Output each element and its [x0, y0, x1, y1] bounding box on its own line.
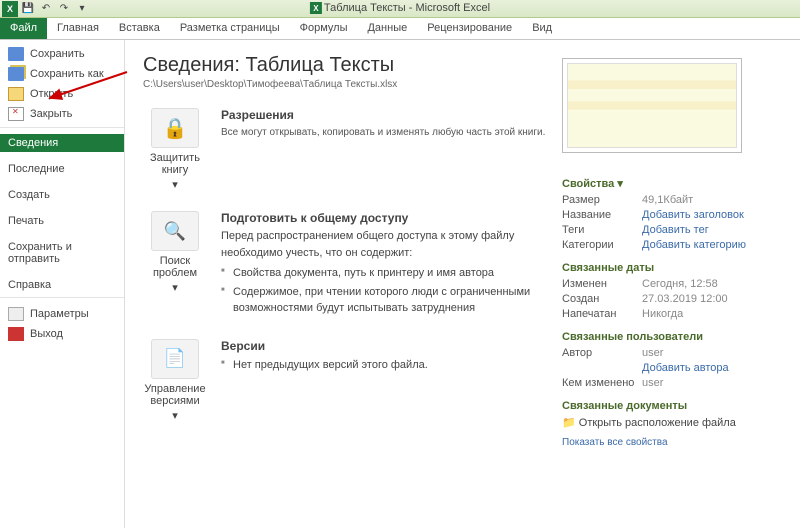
properties-heading[interactable]: Свойства ▾	[562, 169, 782, 190]
chevron-down-icon: ▾	[143, 178, 207, 191]
versions-icon	[151, 339, 199, 379]
sidebar-item-exit[interactable]: Выход	[0, 324, 124, 344]
permissions-desc: Все могут открывать, копировать и изменя…	[221, 125, 546, 140]
excel-logo-icon: X	[310, 2, 322, 14]
tab-view[interactable]: Вид	[522, 18, 562, 39]
related-dates-heading: Связанные даты	[562, 254, 782, 274]
permissions-block: Защитить книгу ▾ Разрешения Все могут от…	[143, 108, 546, 191]
sidebar-item-saveas[interactable]: Сохранить как	[0, 64, 124, 84]
quick-access-toolbar: X 💾 ↶ ↷ ▾	[0, 1, 90, 17]
lock-icon	[151, 108, 199, 148]
property-row: Кем измененоuser	[562, 377, 782, 389]
tab-file[interactable]: Файл	[0, 18, 47, 39]
property-value[interactable]: Добавить категорию	[642, 239, 746, 251]
window-title: X Таблица Тексты - Microsoft Excel	[310, 2, 490, 14]
related-docs-heading: Связанные документы	[562, 392, 782, 412]
property-value: Никогда	[642, 308, 683, 320]
share-item: Содержимое, при чтении которого люди с о…	[221, 284, 546, 317]
file-path: C:\Users\user\Desktop\Тимофеева\Таблица …	[143, 79, 546, 90]
property-value: Сегодня, 12:58	[642, 278, 718, 290]
excel-icon[interactable]: X	[2, 1, 18, 17]
tab-pagelayout[interactable]: Разметка страницы	[170, 18, 290, 39]
close-icon	[8, 107, 24, 121]
protect-workbook-button[interactable]: Защитить книгу ▾	[143, 108, 207, 191]
property-row: ИзмененСегодня, 12:58	[562, 278, 782, 290]
title-bar: X 💾 ↶ ↷ ▾ X Таблица Тексты - Microsoft E…	[0, 0, 800, 18]
property-value: user	[642, 377, 663, 389]
property-row: КатегорииДобавить категорию	[562, 239, 782, 251]
permissions-title: Разрешения	[221, 108, 546, 122]
backstage-sidebar: Сохранить Сохранить как Открыть Закрыть …	[0, 40, 125, 528]
tab-formulas[interactable]: Формулы	[290, 18, 358, 39]
versions-title: Версии	[221, 339, 546, 353]
open-icon	[8, 87, 24, 101]
save-icon	[8, 47, 24, 61]
exit-icon	[8, 327, 24, 341]
property-row: Добавить автора	[562, 362, 782, 374]
saveas-icon	[8, 67, 24, 81]
tab-review[interactable]: Рецензирование	[417, 18, 522, 39]
chevron-down-icon: ▾	[143, 409, 207, 422]
property-row: Размер49,1Кбайт	[562, 194, 782, 206]
property-value[interactable]: Добавить заголовок	[642, 209, 744, 221]
version-item: Нет предыдущих версий этого файла.	[221, 357, 546, 374]
sidebar-item-info[interactable]: Сведения	[0, 134, 124, 152]
redo-icon[interactable]: ↷	[56, 1, 72, 17]
sidebar-item-close[interactable]: Закрыть	[0, 104, 124, 128]
check-issues-button[interactable]: Поиск проблем ▾	[143, 211, 207, 294]
options-icon	[8, 307, 24, 321]
undo-icon[interactable]: ↶	[38, 1, 54, 17]
versions-block: Управление версиями ▾ Версии Нет предыду…	[143, 339, 546, 422]
qat-dropdown-icon[interactable]: ▾	[74, 1, 90, 17]
tab-insert[interactable]: Вставка	[109, 18, 170, 39]
sidebar-item-options[interactable]: Параметры	[0, 304, 124, 324]
property-row: НазваниеДобавить заголовок	[562, 209, 782, 221]
prepare-share-block: Поиск проблем ▾ Подготовить к общему дос…	[143, 211, 546, 319]
share-desc: Перед распространением общего доступа к …	[221, 228, 546, 317]
ribbon-tabs: Файл Главная Вставка Разметка страницы Ф…	[0, 18, 800, 40]
property-value[interactable]: Добавить тег	[642, 224, 709, 236]
open-file-location[interactable]: 📁 Открыть расположение файла	[562, 416, 782, 429]
save-icon[interactable]: 💾	[20, 1, 36, 17]
tab-home[interactable]: Главная	[47, 18, 109, 39]
sidebar-item-share[interactable]: Сохранить и отправить	[0, 238, 124, 268]
sidebar-item-print[interactable]: Печать	[0, 212, 124, 230]
search-icon	[151, 211, 199, 251]
show-all-properties[interactable]: Показать все свойства	[562, 437, 782, 448]
page-title: Сведения: Таблица Тексты	[143, 54, 546, 77]
property-value: user	[642, 347, 663, 359]
property-value[interactable]: Добавить автора	[642, 362, 729, 374]
sidebar-item-save[interactable]: Сохранить	[0, 44, 124, 64]
backstage-view: Сохранить Сохранить как Открыть Закрыть …	[0, 40, 800, 528]
related-people-heading: Связанные пользователи	[562, 323, 782, 343]
property-row: НапечатанНикогда	[562, 308, 782, 320]
property-row: Создан27.03.2019 12:00	[562, 293, 782, 305]
property-row: ТегиДобавить тег	[562, 224, 782, 236]
share-item: Свойства документа, путь к принтеру и им…	[221, 265, 546, 282]
sidebar-item-open[interactable]: Открыть	[0, 84, 124, 104]
sidebar-item-recent[interactable]: Последние	[0, 160, 124, 178]
sidebar-item-help[interactable]: Справка	[0, 276, 124, 298]
property-row: Авторuser	[562, 347, 782, 359]
share-title: Подготовить к общему доступу	[221, 211, 546, 225]
tab-data[interactable]: Данные	[357, 18, 417, 39]
backstage-main: Сведения: Таблица Тексты C:\Users\user\D…	[125, 40, 800, 528]
sidebar-item-new[interactable]: Создать	[0, 186, 124, 204]
chevron-down-icon: ▾	[143, 281, 207, 294]
property-value: 27.03.2019 12:00	[642, 293, 728, 305]
document-thumbnail[interactable]	[562, 58, 742, 153]
manage-versions-button[interactable]: Управление версиями ▾	[143, 339, 207, 422]
properties-panel: Свойства ▾ Размер49,1Кбайт НазваниеДобави…	[562, 54, 782, 514]
property-value: 49,1Кбайт	[642, 194, 693, 206]
